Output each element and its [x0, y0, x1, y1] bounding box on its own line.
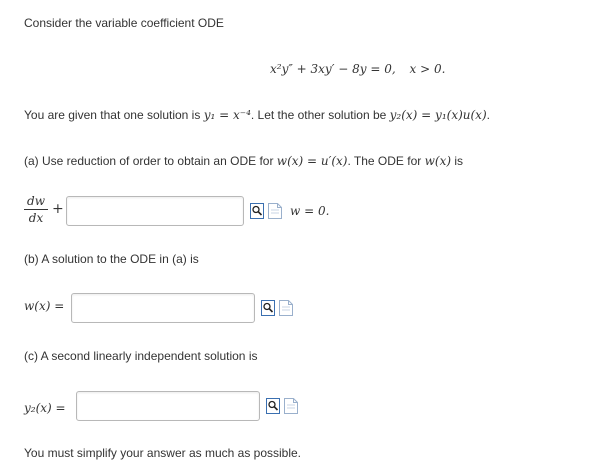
- magnifier-preview-icon[interactable]: [261, 300, 275, 319]
- intro-text: Consider the variable coefficient ODE: [24, 16, 224, 30]
- part-a-prompt-end: is: [451, 154, 464, 168]
- part-c-label: y₂(x) =: [24, 401, 66, 415]
- given-middle: . Let the other solution be: [250, 108, 390, 122]
- given-y1: y₁ = x⁻⁴: [203, 108, 251, 122]
- part-a-tail: w = 0.: [290, 204, 330, 218]
- part-b-label: w(x) =: [24, 299, 65, 313]
- given-prefix: You are given that one solution is: [24, 108, 204, 122]
- ode-condition: x > 0.: [409, 62, 446, 76]
- document-help-icon[interactable]: [268, 203, 282, 222]
- given-sentence: You are given that one solution is y₁ = …: [24, 108, 490, 122]
- part-a-prompt-start: (a) Use reduction of order to obtain an …: [24, 154, 277, 168]
- plus-sign: +: [52, 201, 64, 217]
- document-help-icon[interactable]: [279, 300, 293, 319]
- ode-equation-text: x²y″ + 3xy′ − 8y = 0,: [270, 62, 396, 76]
- ode-equation: x²y″ + 3xy′ − 8y = 0, x > 0.: [270, 62, 445, 76]
- magnifier-preview-icon[interactable]: [266, 398, 280, 417]
- answer-input-a[interactable]: [66, 196, 244, 226]
- part-b-prompt: (b) A solution to the ODE in (a) is: [24, 252, 199, 266]
- part-a-w-of-x: w(x): [424, 154, 452, 168]
- part-a-prompt: (a) Use reduction of order to obtain an …: [24, 154, 463, 168]
- fraction-bar: [24, 209, 48, 210]
- part-a-w-def: w(x) = u′(x): [276, 154, 348, 168]
- document-help-icon[interactable]: [284, 398, 298, 417]
- given-y2: y₂(x) = y₁(x)u(x): [389, 108, 487, 122]
- footer-note: You must simplify your answer as much as…: [24, 446, 302, 460]
- dw-dx-fraction: dw dx: [24, 194, 48, 225]
- fraction-numerator: dw: [27, 194, 45, 208]
- given-suffix: .: [486, 108, 490, 122]
- answer-input-c[interactable]: [76, 391, 260, 421]
- fraction-denominator: dx: [28, 211, 44, 225]
- answer-input-b[interactable]: [71, 293, 255, 323]
- part-a-prompt-mid: . The ODE for: [347, 154, 425, 168]
- part-c-prompt: (c) A second linearly independent soluti…: [24, 349, 258, 363]
- magnifier-preview-icon[interactable]: [250, 203, 264, 222]
